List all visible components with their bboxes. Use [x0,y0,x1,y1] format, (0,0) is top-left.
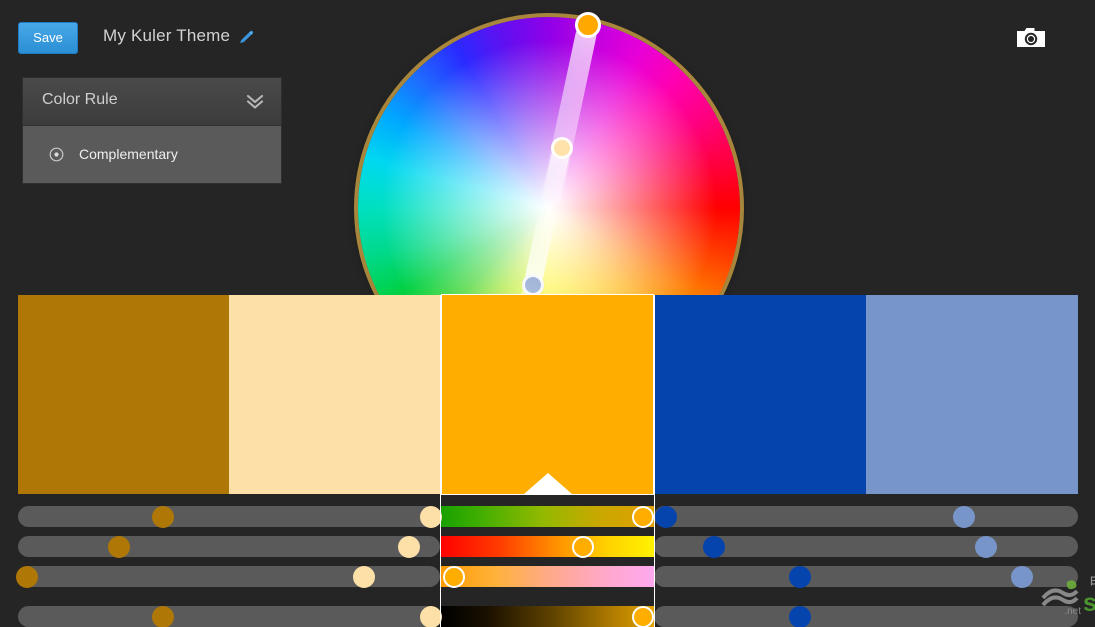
camera-icon[interactable] [1016,25,1046,49]
slider-row-spacer [18,594,1078,604]
color-swatch-strip [18,294,1078,495]
save-button[interactable]: Save [18,22,78,54]
watermark-cn-text: 电脑百事网 [1089,571,1095,592]
page-title: My Kuler Theme [103,26,231,45]
slider-row-brightness-track-column-1[interactable] [18,566,440,587]
knob-bri-4[interactable] [789,565,811,588]
handle-light[interactable] [550,137,573,160]
slider-row-brightness-track-column-2[interactable] [440,566,654,587]
knob-hue-4[interactable] [655,505,677,528]
swatch-4[interactable] [653,295,866,494]
watermark-brand: shancun [1083,589,1095,618]
slider-row-saturation-track-column-2[interactable] [440,536,654,557]
knob-bri-1[interactable] [16,565,38,588]
slider-row-alpha-track-column-2[interactable] [440,606,654,627]
knob-bri-2[interactable] [353,565,375,588]
knob-hue-2[interactable] [420,505,442,528]
knob-alp-4[interactable] [789,605,811,627]
chevron-down-icon[interactable] [245,93,265,111]
color-rule-option-label: Complementary [79,146,178,162]
handle-base[interactable] [574,11,601,38]
handle-steel-blue[interactable] [521,273,544,296]
knob-bri-3[interactable] [443,565,465,588]
color-rule-header[interactable]: Color Rule [23,78,281,126]
swatch-1[interactable] [18,295,229,494]
selected-swatch-pointer [523,473,572,494]
pencil-icon[interactable] [238,30,256,46]
slider-row-hue [18,504,1078,529]
knob-alp-2[interactable] [420,605,442,627]
slider-row-hue-track-column-3[interactable] [654,506,1078,527]
kuler-app: Save My Kuler Theme Color Rule Complemen… [0,0,1095,627]
color-rule-option-complementary[interactable]: Complementary [23,126,281,183]
slider-row-alpha [18,604,1078,627]
knob-alp-1[interactable] [152,605,174,627]
radio-selected-icon [49,147,64,162]
knob-hue-1[interactable] [152,505,174,528]
swatch-3[interactable] [441,294,654,495]
color-rule-panel: Color Rule Complementary [22,77,282,184]
slider-row-saturation [18,534,1078,559]
slider-row-alpha-track-column-1[interactable] [18,606,440,627]
knob-sat-5[interactable] [975,535,997,558]
knob-sat-1[interactable] [108,535,130,558]
color-rule-title: Color Rule [42,91,118,108]
knob-sat-2[interactable] [398,535,420,558]
slider-row-hue-track-column-1[interactable] [18,506,440,527]
knob-sat-4[interactable] [703,535,725,558]
knob-bri-5[interactable] [1011,565,1033,588]
swatch-2[interactable] [229,295,442,494]
slider-row-alpha-track-column-3[interactable] [654,606,1078,627]
knob-hue-3[interactable] [632,505,654,528]
knob-alp-3[interactable] [632,605,654,627]
watermark-brand-first: shan [1083,589,1095,617]
slider-row-saturation-track-column-1[interactable] [18,536,440,557]
swatch-5[interactable] [866,295,1078,494]
slider-row-brightness [16,564,1078,589]
knob-sat-3[interactable] [572,535,594,558]
slider-panel [16,504,1078,627]
knob-hue-5[interactable] [953,505,975,528]
slider-row-hue-track-column-2[interactable] [440,506,654,527]
